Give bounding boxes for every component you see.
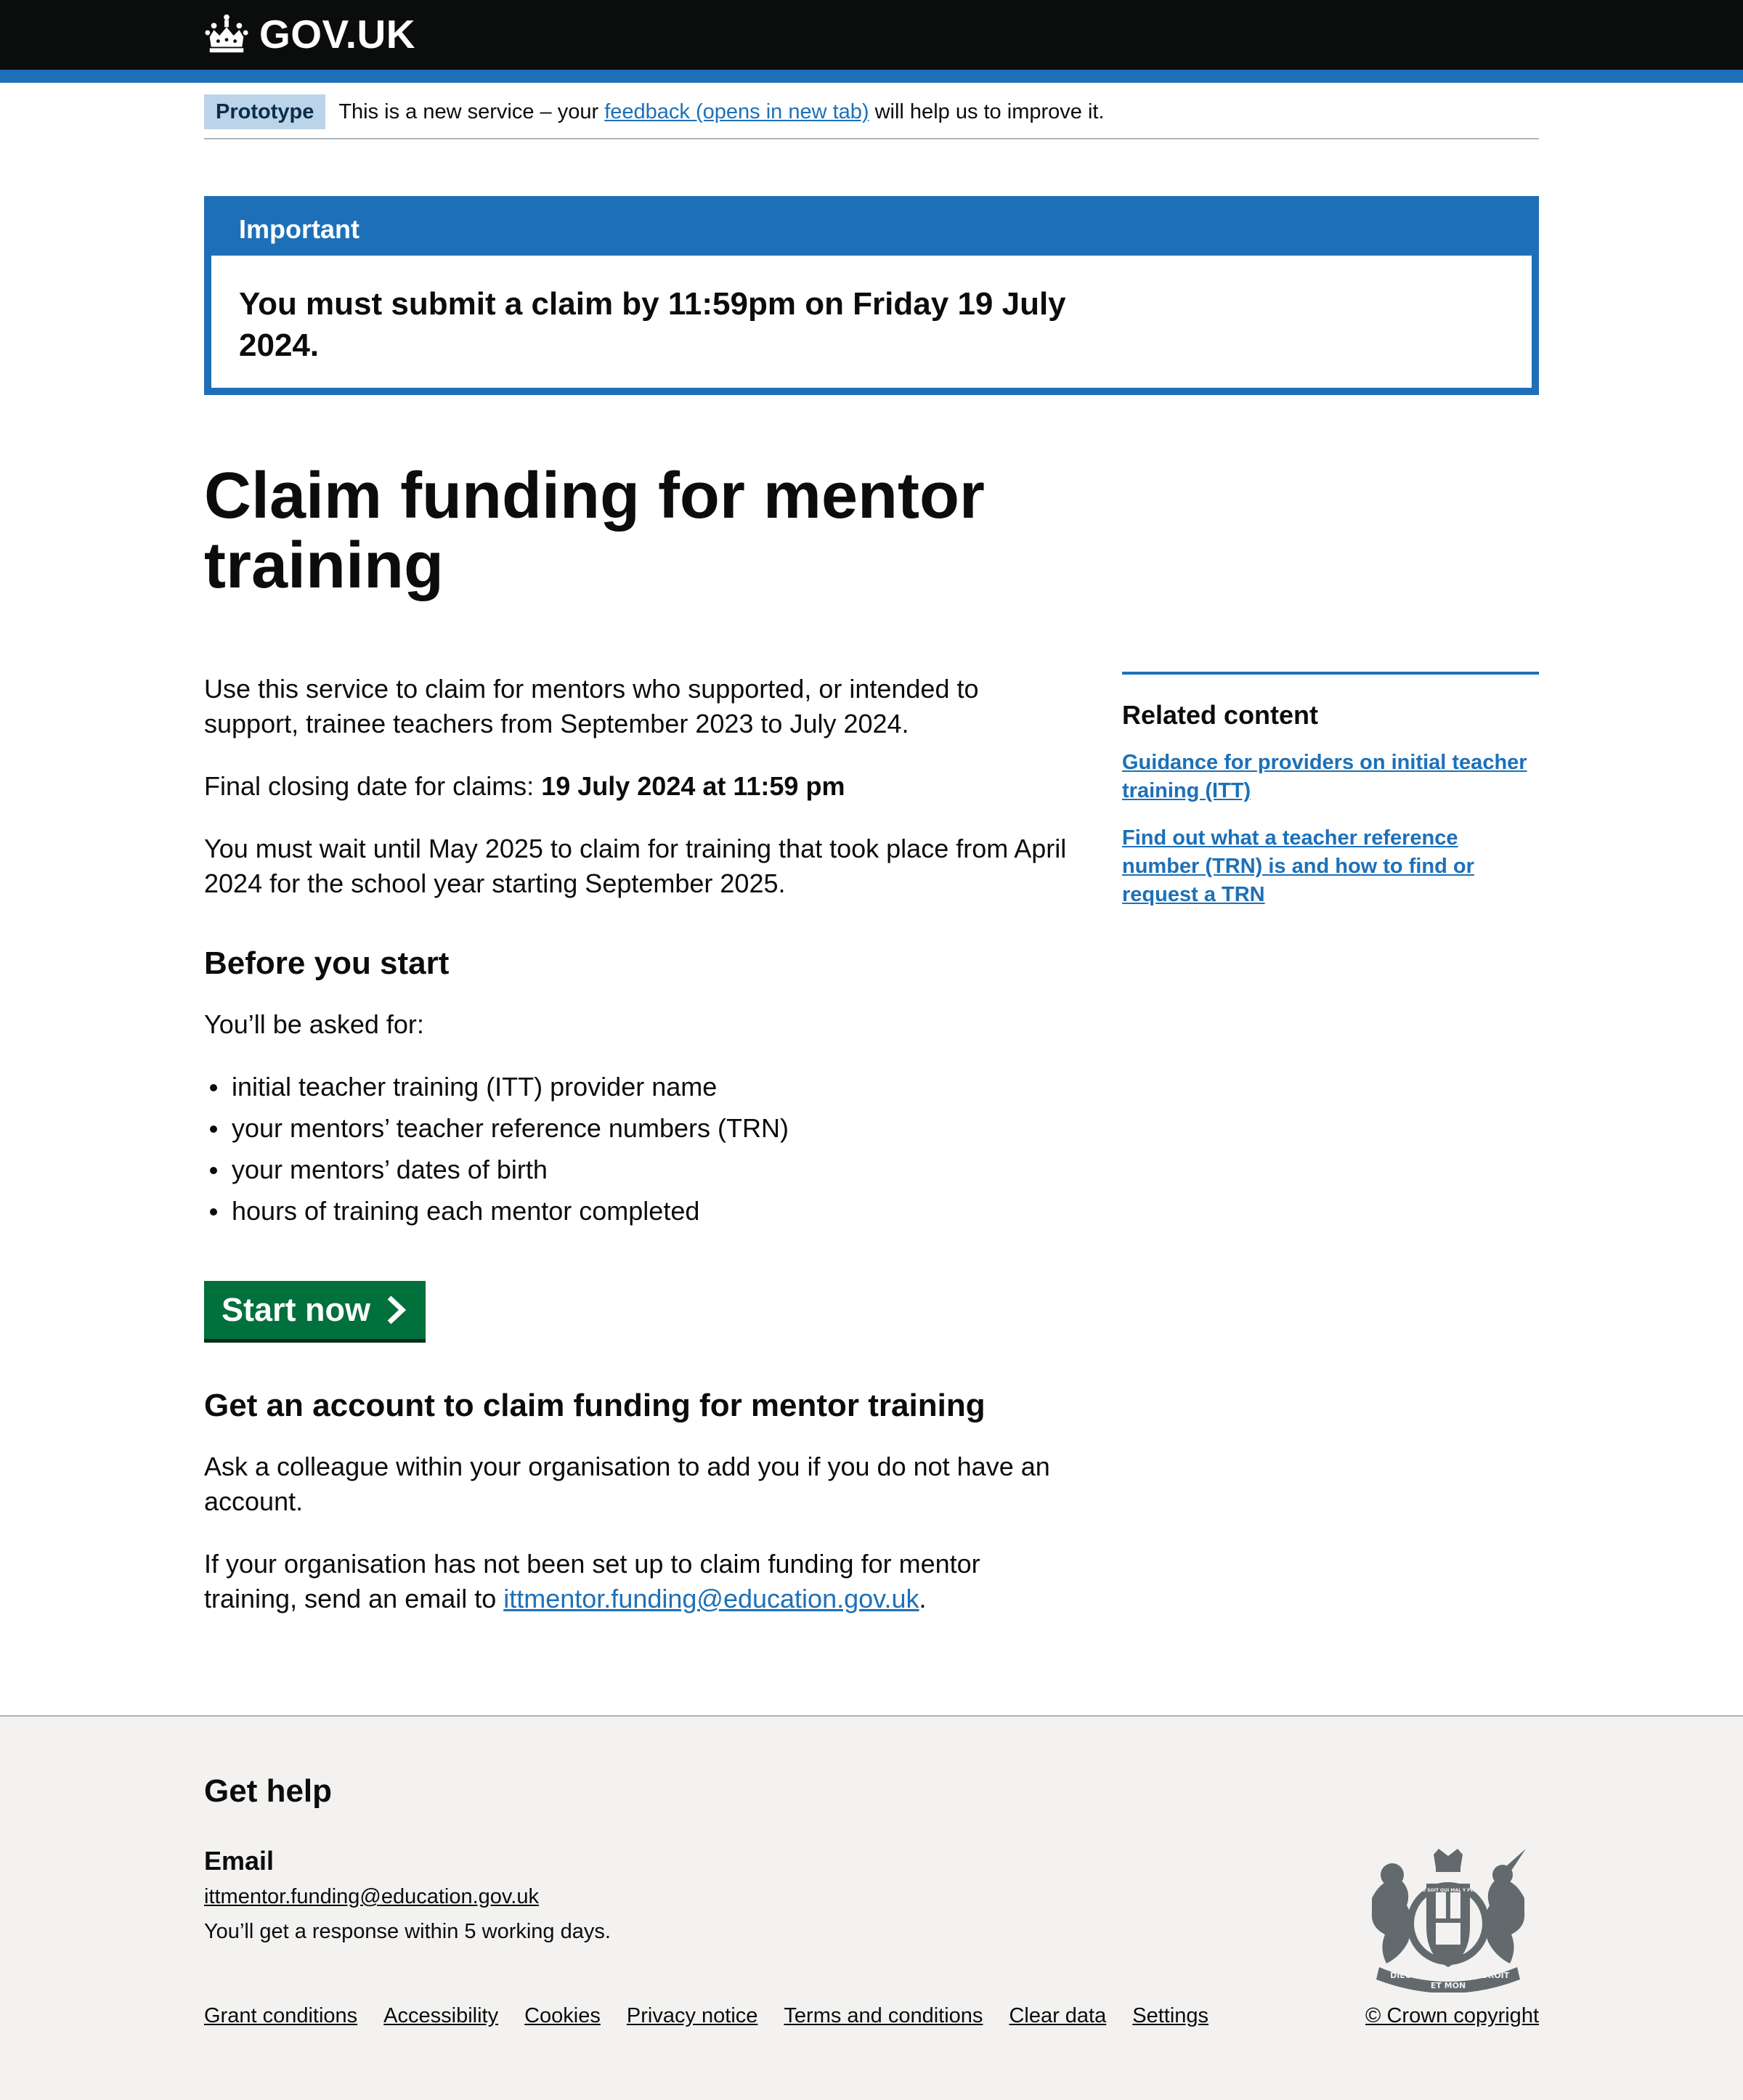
list-item: your mentors’ dates of birth	[204, 1152, 1076, 1187]
start-now-label: Start now	[222, 1291, 371, 1328]
page-title: Claim funding for mentor training	[204, 460, 985, 602]
get-account-heading: Get an account to claim funding for ment…	[204, 1388, 986, 1423]
phase-tag: Prototype	[204, 94, 326, 129]
phase-banner-text: This is a new service – your feedback (o…	[338, 94, 1104, 129]
footer-links: Grant conditions Accessibility Cookies P…	[204, 2004, 1208, 2028]
related-link-itt-guidance[interactable]: Guidance for providers on initial teache…	[1122, 749, 1539, 805]
important-notification-banner: Important You must submit a claim by 11:…	[204, 196, 1539, 395]
logo-text: GOV.UK	[259, 11, 415, 57]
footer-link-grant-conditions[interactable]: Grant conditions	[204, 2004, 357, 2028]
account-paragraph: Ask a colleague within your organisation…	[204, 1452, 1050, 1516]
closing-date-paragraph: Final closing date for claims: 19 July 2…	[204, 769, 1076, 804]
email-heading: Email	[204, 1846, 275, 1876]
footer-link-clear-data[interactable]: Clear data	[1009, 2004, 1106, 2028]
asked-for-text: You’ll be asked for:	[204, 1009, 424, 1039]
wait-paragraph: You must wait until May 2025 to claim fo…	[204, 834, 1067, 898]
crown-icon	[205, 14, 248, 53]
intro-paragraph: Use this service to claim for mentors wh…	[204, 674, 979, 738]
org-email-link[interactable]: ittmentor.funding@education.gov.uk	[503, 1584, 919, 1613]
footer-link-accessibility[interactable]: Accessibility	[383, 2004, 498, 2028]
start-now-button[interactable]: Start now	[204, 1281, 426, 1339]
govuk-logo-link[interactable]: GOV.UK	[204, 9, 415, 60]
footer-link-settings[interactable]: Settings	[1132, 2004, 1208, 2028]
org-paragraph: If your organisation has not been set up…	[204, 1547, 1076, 1616]
phase-text-before: This is a new service – your	[338, 100, 605, 123]
site-footer: Get help Email ittmentor.funding@educati…	[0, 1715, 1743, 2100]
related-link-trn[interactable]: Find out what a teacher reference number…	[1122, 824, 1539, 909]
crest-garter-motto: HONI SOIT QUI MAL Y PENSE	[1413, 1888, 1484, 1893]
footer-inner: Get help Email ittmentor.funding@educati…	[204, 1717, 1539, 2100]
footer-email-link[interactable]: ittmentor.funding@education.gov.uk	[204, 1885, 539, 1909]
footer-link-privacy-notice[interactable]: Privacy notice	[627, 2004, 758, 2028]
footer-link-terms[interactable]: Terms and conditions	[784, 2004, 983, 2028]
royal-coat-of-arms-icon: HONI SOIT QUI MAL Y PENSE DIEU ET MON DR…	[1371, 1849, 1526, 1993]
crest-motto-left: DIEU	[1390, 1971, 1412, 1980]
get-help-heading: Get help	[204, 1773, 333, 1809]
related-content-heading: Related content	[1122, 700, 1319, 730]
notification-content: You must submit a claim by 11:59pm on Fr…	[211, 256, 1532, 388]
phase-banner: Prototype This is a new service – your f…	[204, 94, 1539, 139]
crown-copyright-link[interactable]: © Crown copyright	[1365, 2004, 1539, 2028]
footer-link-cookies[interactable]: Cookies	[524, 2004, 601, 2028]
requirements-list: initial teacher training (ITT) provider …	[204, 1070, 1076, 1229]
crest-motto-center: ET MON	[1431, 1981, 1466, 1990]
notification-heading: You must submit a claim by 11:59pm on Fr…	[239, 286, 1066, 363]
closing-date-value: 19 July 2024 at 11:59 pm	[541, 771, 845, 801]
chevron-right-icon	[387, 1295, 407, 1324]
related-content: Related content Guidance for providers o…	[1122, 672, 1539, 928]
closing-date-label: Final closing date for claims:	[204, 771, 542, 801]
header-blue-bar	[0, 70, 1743, 83]
org-text-end: .	[919, 1584, 927, 1613]
list-item: hours of training each mentor completed	[204, 1194, 1076, 1229]
list-item: initial teacher training (ITT) provider …	[204, 1070, 1076, 1104]
notification-title: Important	[239, 214, 359, 244]
main-content: Use this service to claim for mentors wh…	[204, 672, 1076, 1644]
crest-motto-right: DROIT	[1482, 1971, 1510, 1980]
feedback-link[interactable]: feedback (opens in new tab)	[604, 100, 869, 123]
before-you-start-heading: Before you start	[204, 945, 450, 981]
site-header: GOV.UK	[0, 0, 1743, 70]
phase-text-after: will help us to improve it.	[869, 100, 1105, 123]
list-item: your mentors’ teacher reference numbers …	[204, 1111, 1076, 1146]
response-time-text: You’ll get a response within 5 working d…	[204, 1920, 611, 1943]
